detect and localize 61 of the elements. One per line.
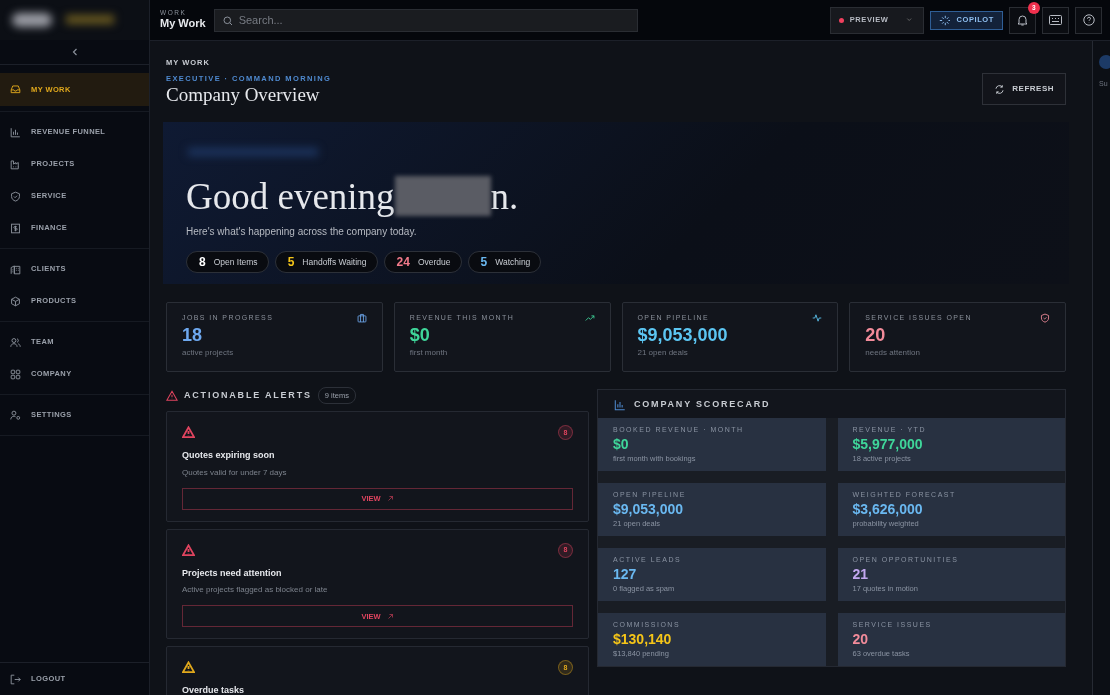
kpi-note: first month: [409, 347, 449, 360]
search-field[interactable]: Search...: [213, 8, 638, 32]
status-dot: [838, 17, 844, 23]
kpi-note: active projects: [182, 347, 235, 360]
stat-chip[interactable]: 8 Open Items: [186, 251, 269, 274]
logout-icon: [10, 673, 21, 685]
greeting: Good evening n.: [186, 176, 520, 217]
kpi-value: $9,053,000: [637, 323, 729, 347]
tile-value: 127: [613, 565, 638, 584]
user-gear-icon: [10, 409, 21, 421]
refresh-icon: [994, 83, 1006, 95]
tile-value: $130,140: [613, 630, 673, 649]
kpi-note: needs attention: [865, 347, 921, 360]
shield-icon: [10, 190, 21, 202]
alert-title: Projects need attention: [182, 566, 283, 580]
help-button[interactable]: [1075, 6, 1102, 34]
shield-icon: [1040, 313, 1050, 324]
page-heading: Company Overview: [166, 84, 321, 106]
tile-value: 21: [852, 565, 870, 584]
kpi-note: 21 open deals: [637, 347, 689, 360]
stat-chip[interactable]: 24 Overdue: [383, 251, 462, 274]
help-icon: [1082, 14, 1095, 26]
grid-icon: [10, 368, 21, 380]
bar-chart-icon: [10, 126, 21, 138]
hero-subtitle: Here's what's happening across the company today.: [186, 225, 418, 240]
kpi-value: $0: [409, 323, 431, 347]
tile-value: $9,053,000: [613, 500, 685, 519]
stat-chip[interactable]: 5 Handoffs Waiting: [274, 251, 378, 274]
briefcase-icon: [356, 313, 367, 324]
arrow-icon: [386, 612, 394, 620]
refresh-button[interactable]: REFRESH: [982, 73, 1066, 105]
alert-title: Overdue tasks: [182, 684, 246, 695]
alert-description: Quotes valid for under 7 days: [182, 466, 288, 479]
factory-icon: [10, 158, 21, 170]
bell-icon: [1017, 14, 1028, 26]
collapse-icon[interactable]: [71, 48, 78, 56]
tile-value: $5,977,000: [852, 435, 924, 454]
section-heading: COMPANY SCORECARD: [634, 397, 771, 411]
tile-value: $3,626,000: [852, 500, 924, 519]
keyboard-button[interactable]: [1042, 6, 1069, 34]
dollar-icon: [10, 222, 21, 234]
pulse-icon: [812, 313, 823, 324]
section-heading: ACTIONABLE ALERTS: [184, 388, 312, 402]
alert-description: Active projects flagged as blocked or late: [182, 584, 329, 597]
arrow-icon: [386, 495, 394, 503]
page-title: My Work: [160, 16, 206, 30]
alert-title: Quotes expiring soon: [182, 449, 276, 463]
building-icon: [10, 263, 21, 275]
warning-icon: [166, 390, 178, 403]
stat-chip[interactable]: 5 Watching: [467, 251, 542, 274]
users-icon: [10, 336, 21, 348]
search-icon: [222, 15, 233, 26]
kpi-value: 20: [865, 323, 887, 347]
tile-value: 20: [852, 630, 870, 649]
inbox-icon: [10, 84, 21, 95]
kpi-value: 18: [182, 323, 204, 347]
bar-chart-icon: [614, 399, 626, 412]
cube-icon: [10, 295, 21, 307]
trend-up-icon: [584, 313, 595, 324]
keyboard-icon: [1049, 15, 1062, 25]
tile-value: $0: [613, 435, 630, 454]
